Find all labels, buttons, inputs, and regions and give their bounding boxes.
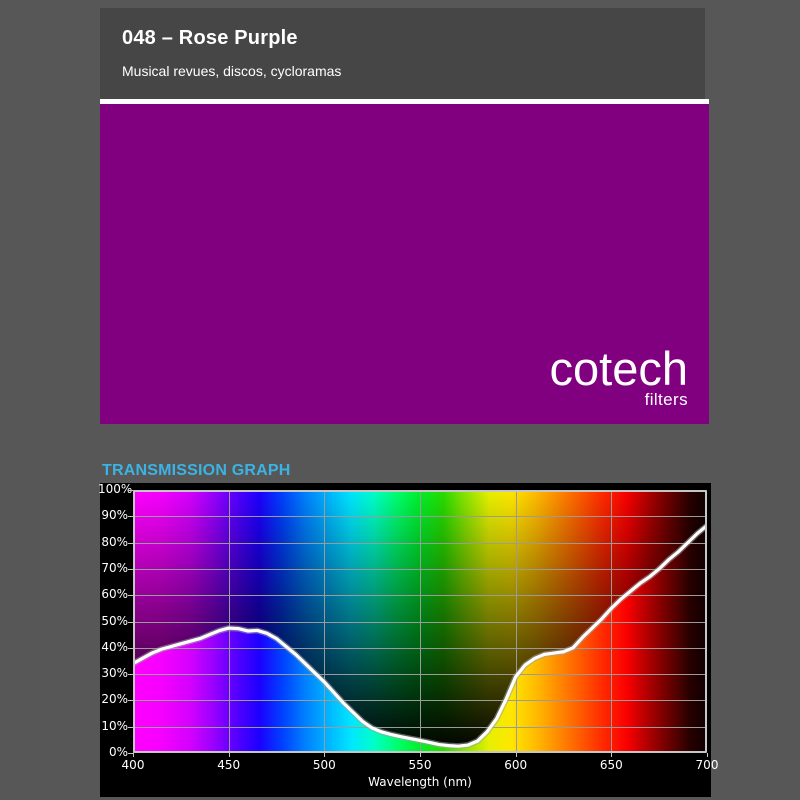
y-tick-label: 0% xyxy=(108,745,128,759)
x-tick-label: 500 xyxy=(312,758,336,772)
filter-usage-subtitle: Musical revues, discos, cycloramas xyxy=(122,63,342,79)
filter-code-title: 048 – Rose Purple xyxy=(122,27,298,49)
y-tick-mark xyxy=(128,543,133,544)
y-tick-mark xyxy=(128,569,133,570)
filter-header: 048 – Rose Purple Musical revues, discos… xyxy=(100,8,705,99)
x-tick-label: 400 xyxy=(121,758,145,772)
y-tick-label: 90% xyxy=(101,508,128,523)
y-tick-label: 20% xyxy=(101,692,128,707)
x-tick-label: 700 xyxy=(695,758,719,772)
x-tick-label: 600 xyxy=(504,758,528,772)
x-tick-mark xyxy=(707,753,708,757)
y-tick-label: 100% xyxy=(98,482,133,496)
y-tick-label: 10% xyxy=(101,718,128,733)
brand-logo: cotech filters xyxy=(550,345,688,408)
y-tick-mark xyxy=(128,595,133,596)
y-tick-mark xyxy=(128,490,133,491)
transmission-graph-heading: TRANSMISSION GRAPH xyxy=(102,462,291,479)
x-tick-label: 550 xyxy=(408,758,432,772)
transmission-chart-canvas xyxy=(133,490,707,753)
y-tick-mark xyxy=(128,516,133,517)
x-tick-mark xyxy=(133,753,134,757)
x-tick-mark xyxy=(420,753,421,757)
y-tick-mark xyxy=(128,648,133,649)
y-tick-label: 80% xyxy=(101,534,128,549)
y-tick-label: 30% xyxy=(101,666,128,681)
brand-name: cotech xyxy=(549,342,688,395)
y-tick-label: 50% xyxy=(101,613,128,628)
x-tick-mark xyxy=(229,753,230,757)
filter-color-swatch: cotech filters xyxy=(100,104,709,424)
transmission-graph-panel: 100% 90% 80% 70% 60% 50% 40% 30% 20% 10% 0% 400 450 5… xyxy=(98,482,718,797)
y-tick-label: 70% xyxy=(101,560,128,575)
x-tick-label: 450 xyxy=(217,758,241,772)
x-tick-label: 650 xyxy=(599,758,623,772)
x-tick-mark xyxy=(611,753,612,757)
y-tick-label: 40% xyxy=(101,639,128,654)
y-tick-mark xyxy=(128,622,133,623)
y-tick-mark xyxy=(128,727,133,728)
y-tick-mark xyxy=(128,674,133,675)
x-tick-mark xyxy=(324,753,325,757)
x-axis-title: Wavelength (nm) xyxy=(368,775,472,789)
y-tick-mark xyxy=(128,700,133,701)
x-tick-mark xyxy=(516,753,517,757)
y-tick-label: 60% xyxy=(101,587,128,602)
